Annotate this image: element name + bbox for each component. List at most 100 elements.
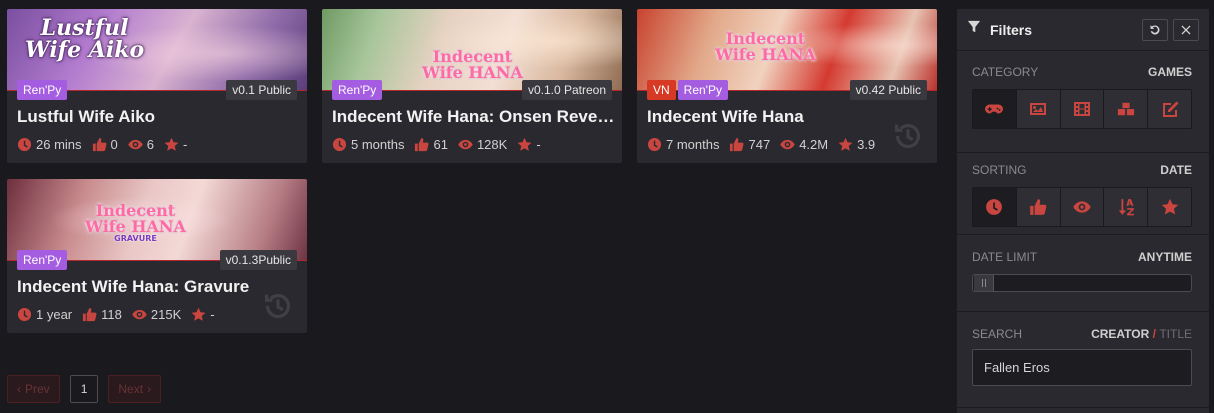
game-card[interactable]: Indecent Wife HANA VN Ren'Py v0.42 Publi… [637,9,937,163]
eye-icon [132,307,151,322]
slider-handle[interactable] [974,275,994,291]
stat-views: 6 [128,137,154,152]
star-icon [838,137,857,152]
clock-icon [985,198,1003,216]
game-title[interactable]: Lustful Wife Aiko [17,107,301,127]
search-section: SEARCH CREATOR / TITLE Fallen Eros [957,312,1209,408]
game-logo: Indecent Wife HANA GRAVURE [85,201,186,243]
chevron-left-icon: ‹ [17,382,21,396]
stat-rating: - [191,307,215,322]
star-icon [517,137,536,152]
game-logo: Indecent Wife HANA [422,47,523,82]
stat-likes: 118 [82,307,122,322]
stat-time: 1 year [17,307,72,322]
stat-time: 26 mins [17,137,82,152]
game-stats: 26 mins 0 6 - [17,137,197,152]
history-icon [259,287,297,325]
chevron-right-icon: › [147,382,152,396]
thumbs-up-icon [92,137,111,152]
stat-likes: 61 [414,137,448,152]
category-games-button[interactable] [973,90,1017,128]
sorting-value: DATE [1160,163,1192,177]
search-mode: CREATOR / TITLE [1091,327,1192,341]
filters-panel: Filters CATEGORY GAMES SORTING DATE DATE… [957,9,1209,413]
sort-rating-button[interactable] [1148,188,1191,226]
category-label: CATEGORY [972,65,1039,79]
stat-rating: - [517,137,541,152]
game-title[interactable]: Indecent Wife Hana: Onsen Revenge [332,107,616,127]
search-input[interactable]: Fallen Eros [972,349,1192,386]
stat-time: 7 months [647,137,719,152]
close-filters-button[interactable] [1173,18,1199,41]
sorting-label: SORTING [972,163,1027,177]
star-icon [164,137,183,152]
tag-renpy[interactable]: Ren'Py [332,80,383,100]
thumbs-up-icon [1029,198,1047,216]
tag-renpy[interactable]: Ren'Py [677,80,728,100]
sorting-buttons [972,187,1192,227]
sorting-section: SORTING DATE [957,153,1209,235]
game-thumbnail[interactable]: Lustful Wife Aiko [7,9,307,91]
stat-likes: 0 [92,137,118,152]
image-icon [1029,100,1047,118]
thumbs-up-icon [729,137,748,152]
category-stories-button[interactable] [1148,90,1191,128]
version-badge: v0.42 Public [849,80,927,100]
filters-header: Filters [957,9,1209,51]
game-logo: Indecent Wife HANA [715,29,816,64]
boxes-icon [1117,100,1135,118]
category-videos-button[interactable] [1060,90,1105,128]
stat-rating: 3.9 [838,137,875,152]
stat-rating: - [164,137,187,152]
next-page-button[interactable]: Next › [108,375,162,403]
date-limit-slider[interactable] [972,274,1192,292]
search-mode-title[interactable]: TITLE [1159,327,1192,341]
game-stats: 5 months 61 128K - [332,137,551,152]
engine-tags: Ren'Py [17,250,68,270]
game-logo: Lustful Wife Aiko [25,15,145,63]
category-buttons [972,89,1192,129]
category-value: GAMES [1147,65,1192,79]
category-assets-button[interactable] [1104,90,1149,128]
filters-title: Filters [990,21,1033,38]
search-mode-creator[interactable]: CREATOR [1091,327,1149,341]
eye-icon [128,137,147,152]
game-thumbnail[interactable]: Indecent Wife HANA GRAVURE [7,179,307,261]
version-badge: v0.1 Public [226,80,297,100]
history-icon [889,117,927,155]
sort-likes-button[interactable] [1016,188,1061,226]
game-thumbnail[interactable]: Indecent Wife HANA [637,9,937,91]
game-card[interactable]: Indecent Wife HANA GRAVURE Ren'Py v0.1.3… [7,179,307,333]
eye-icon [1073,198,1091,216]
gamepad-icon [985,100,1004,118]
category-images-button[interactable] [1016,90,1061,128]
game-card[interactable]: Indecent Wife HANA Ren'Py v0.1.0 Patreon… [322,9,622,163]
page-number-button[interactable]: 1 [69,375,99,403]
version-badge: v0.1.3Public [219,250,297,270]
date-limit-section: DATE LIMIT ANYTIME [957,235,1209,312]
tag-vn[interactable]: VN [647,80,676,100]
star-icon [1161,198,1179,216]
game-card[interactable]: Lustful Wife Aiko Ren'Py v0.1 Public Lus… [7,9,307,163]
sort-date-button[interactable] [973,188,1017,226]
version-badge: v0.1.0 Patreon [521,80,612,100]
game-stats: 1 year 118 215K - [17,307,225,322]
sort-views-button[interactable] [1060,188,1105,226]
thumbs-up-icon [414,137,433,152]
search-label: SEARCH [972,327,1023,341]
eye-icon [458,137,477,152]
clock-icon [332,137,351,152]
game-thumbnail[interactable]: Indecent Wife HANA [322,9,622,91]
tag-renpy[interactable]: Ren'Py [17,250,68,270]
clock-icon [647,137,666,152]
tag-renpy[interactable]: Ren'Py [17,80,68,100]
reset-filters-button[interactable] [1142,18,1168,41]
undo-icon [1149,24,1161,36]
stat-views: 215K [132,307,181,322]
close-icon [1180,24,1192,36]
clock-icon [17,137,36,152]
sort-title-button[interactable] [1104,188,1149,226]
prev-page-button[interactable]: ‹ Prev [7,375,60,403]
film-icon [1073,100,1091,118]
engine-tags: Ren'Py [17,80,68,100]
